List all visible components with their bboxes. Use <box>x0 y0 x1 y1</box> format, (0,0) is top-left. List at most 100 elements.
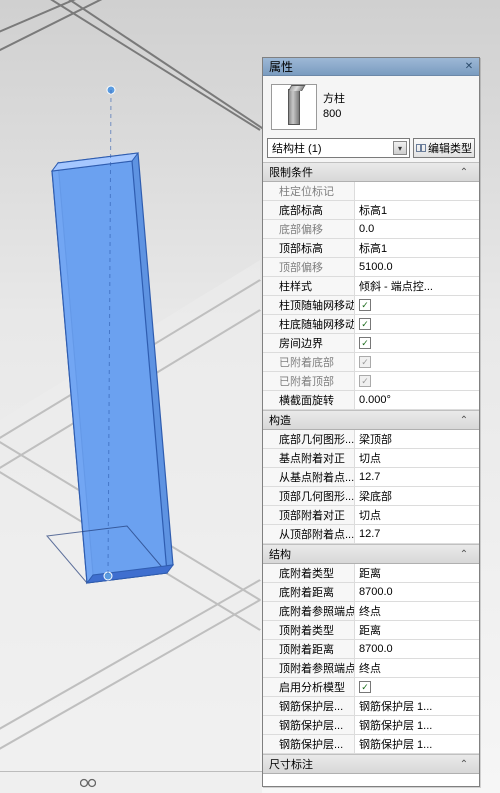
property-row[interactable]: 底附着参照端点终点 <box>263 602 479 621</box>
property-row[interactable]: 已附着顶部 <box>263 372 479 391</box>
property-value[interactable] <box>355 334 479 352</box>
property-row[interactable]: 底部几何图形...梁顶部 <box>263 430 479 449</box>
property-key: 顶部附着对正 <box>263 506 355 524</box>
group-header[interactable]: 构造 <box>263 410 479 430</box>
collapse-icon[interactable] <box>455 548 473 560</box>
property-value[interactable]: 梁底部 <box>355 487 479 505</box>
property-row[interactable]: 底部偏移0.0 <box>263 220 479 239</box>
property-key: 顶部几何图形... <box>263 487 355 505</box>
group-label: 限制条件 <box>269 164 455 180</box>
property-row[interactable]: 底部标高标高1 <box>263 201 479 220</box>
property-key: 柱定位标记 <box>263 182 355 200</box>
property-value[interactable]: 8700.0 <box>355 640 479 658</box>
property-row[interactable]: 房间边界 <box>263 334 479 353</box>
chevron-down-icon[interactable] <box>393 141 407 155</box>
property-row[interactable]: 横截面旋转0.000° <box>263 391 479 410</box>
checkbox[interactable] <box>359 318 371 330</box>
property-row[interactable]: 顶部附着对正切点 <box>263 506 479 525</box>
property-value[interactable]: 倾斜 - 端点控... <box>355 277 479 295</box>
property-value[interactable]: 钢筋保护层 1... <box>355 697 479 715</box>
property-row[interactable]: 基点附着对正切点 <box>263 449 479 468</box>
property-key: 底附着类型 <box>263 564 355 582</box>
property-value[interactable] <box>355 353 479 371</box>
property-row[interactable]: 底附着类型距离 <box>263 564 479 583</box>
property-value[interactable]: 切点 <box>355 506 479 524</box>
group-header[interactable]: 结构 <box>263 544 479 564</box>
collapse-icon[interactable] <box>455 414 473 426</box>
property-row[interactable]: 柱样式倾斜 - 端点控... <box>263 277 479 296</box>
property-value[interactable]: 12.7 <box>355 525 479 543</box>
property-value[interactable] <box>355 296 479 314</box>
property-row[interactable]: 柱顶随轴网移动 <box>263 296 479 315</box>
properties-grid[interactable]: 限制条件柱定位标记底部标高标高1底部偏移0.0顶部标高标高1顶部偏移5100.0… <box>263 162 479 786</box>
property-value[interactable]: 12.7 <box>355 468 479 486</box>
type-selector-block[interactable]: 方柱 800 <box>263 76 479 138</box>
property-value[interactable]: 钢筋保护层 1... <box>355 735 479 753</box>
property-key: 钢筋保护层... <box>263 716 355 734</box>
property-value[interactable]: 距离 <box>355 621 479 639</box>
property-row[interactable]: 从顶部附着点...12.7 <box>263 525 479 544</box>
checkbox[interactable] <box>359 337 371 349</box>
property-key: 钢筋保护层... <box>263 697 355 715</box>
property-value[interactable]: 终点 <box>355 602 479 620</box>
property-row[interactable]: 从基点附着点...12.7 <box>263 468 479 487</box>
checkbox <box>359 356 371 368</box>
group-header[interactable]: 限制条件 <box>263 162 479 182</box>
property-key: 已附着顶部 <box>263 372 355 390</box>
property-key: 顶附着参照端点 <box>263 659 355 677</box>
property-key: 从基点附着点... <box>263 468 355 486</box>
property-value[interactable]: 距离 <box>355 564 479 582</box>
panel-title: 属性 <box>269 58 462 75</box>
property-value[interactable]: 梁顶部 <box>355 430 479 448</box>
property-key: 柱样式 <box>263 277 355 295</box>
property-value[interactable]: 终点 <box>355 659 479 677</box>
collapse-icon[interactable] <box>455 758 473 770</box>
property-value[interactable]: 钢筋保护层 1... <box>355 716 479 734</box>
property-value[interactable]: 切点 <box>355 449 479 467</box>
property-value[interactable] <box>355 315 479 333</box>
property-value[interactable]: 0.000° <box>355 391 479 409</box>
instance-selector-label: 结构柱 (1) <box>272 140 322 156</box>
property-value[interactable]: 0.0 <box>355 220 479 238</box>
property-key: 钢筋保护层... <box>263 735 355 753</box>
property-row[interactable]: 柱定位标记 <box>263 182 479 201</box>
status-bar <box>0 771 262 793</box>
property-row[interactable]: 启用分析模型 <box>263 678 479 697</box>
property-key: 底部标高 <box>263 201 355 219</box>
property-row[interactable]: 底附着距离8700.0 <box>263 583 479 602</box>
property-value[interactable]: 标高1 <box>355 201 479 219</box>
property-row[interactable]: 顶附着类型距离 <box>263 621 479 640</box>
instance-selector[interactable]: 结构柱 (1) <box>267 138 410 158</box>
edit-type-button[interactable]: 编辑类型 <box>413 138 475 158</box>
property-value[interactable] <box>355 182 479 200</box>
property-row[interactable]: 顶部偏移5100.0 <box>263 258 479 277</box>
group-header[interactable]: 尺寸标注 <box>263 754 479 774</box>
property-value[interactable] <box>355 372 479 390</box>
property-row[interactable]: 钢筋保护层...钢筋保护层 1... <box>263 716 479 735</box>
property-value[interactable]: 5100.0 <box>355 258 479 276</box>
property-value[interactable] <box>355 678 479 696</box>
close-icon[interactable]: ✕ <box>462 60 476 74</box>
group-label: 构造 <box>269 412 455 428</box>
property-row[interactable]: 柱底随轴网移动 <box>263 315 479 334</box>
checkbox[interactable] <box>359 299 371 311</box>
property-key: 底部偏移 <box>263 220 355 238</box>
property-row[interactable]: 顶附着距离8700.0 <box>263 640 479 659</box>
collapse-icon[interactable] <box>455 166 473 178</box>
panel-titlebar[interactable]: 属性 ✕ <box>263 58 479 76</box>
checkbox[interactable] <box>359 681 371 693</box>
property-row[interactable]: 顶部几何图形...梁底部 <box>263 487 479 506</box>
property-value[interactable]: 标高1 <box>355 239 479 257</box>
checkbox <box>359 375 371 387</box>
property-row[interactable]: 顶部标高标高1 <box>263 239 479 258</box>
property-key: 柱顶随轴网移动 <box>263 296 355 314</box>
property-row[interactable]: 已附着底部 <box>263 353 479 372</box>
property-key: 启用分析模型 <box>263 678 355 696</box>
property-row[interactable]: 钢筋保护层...钢筋保护层 1... <box>263 697 479 716</box>
property-value[interactable]: 8700.0 <box>355 583 479 601</box>
property-row[interactable]: 钢筋保护层...钢筋保护层 1... <box>263 735 479 754</box>
type-name: 800 <box>323 107 345 122</box>
property-key: 底附着距离 <box>263 583 355 601</box>
property-key: 顶部标高 <box>263 239 355 257</box>
property-row[interactable]: 顶附着参照端点终点 <box>263 659 479 678</box>
